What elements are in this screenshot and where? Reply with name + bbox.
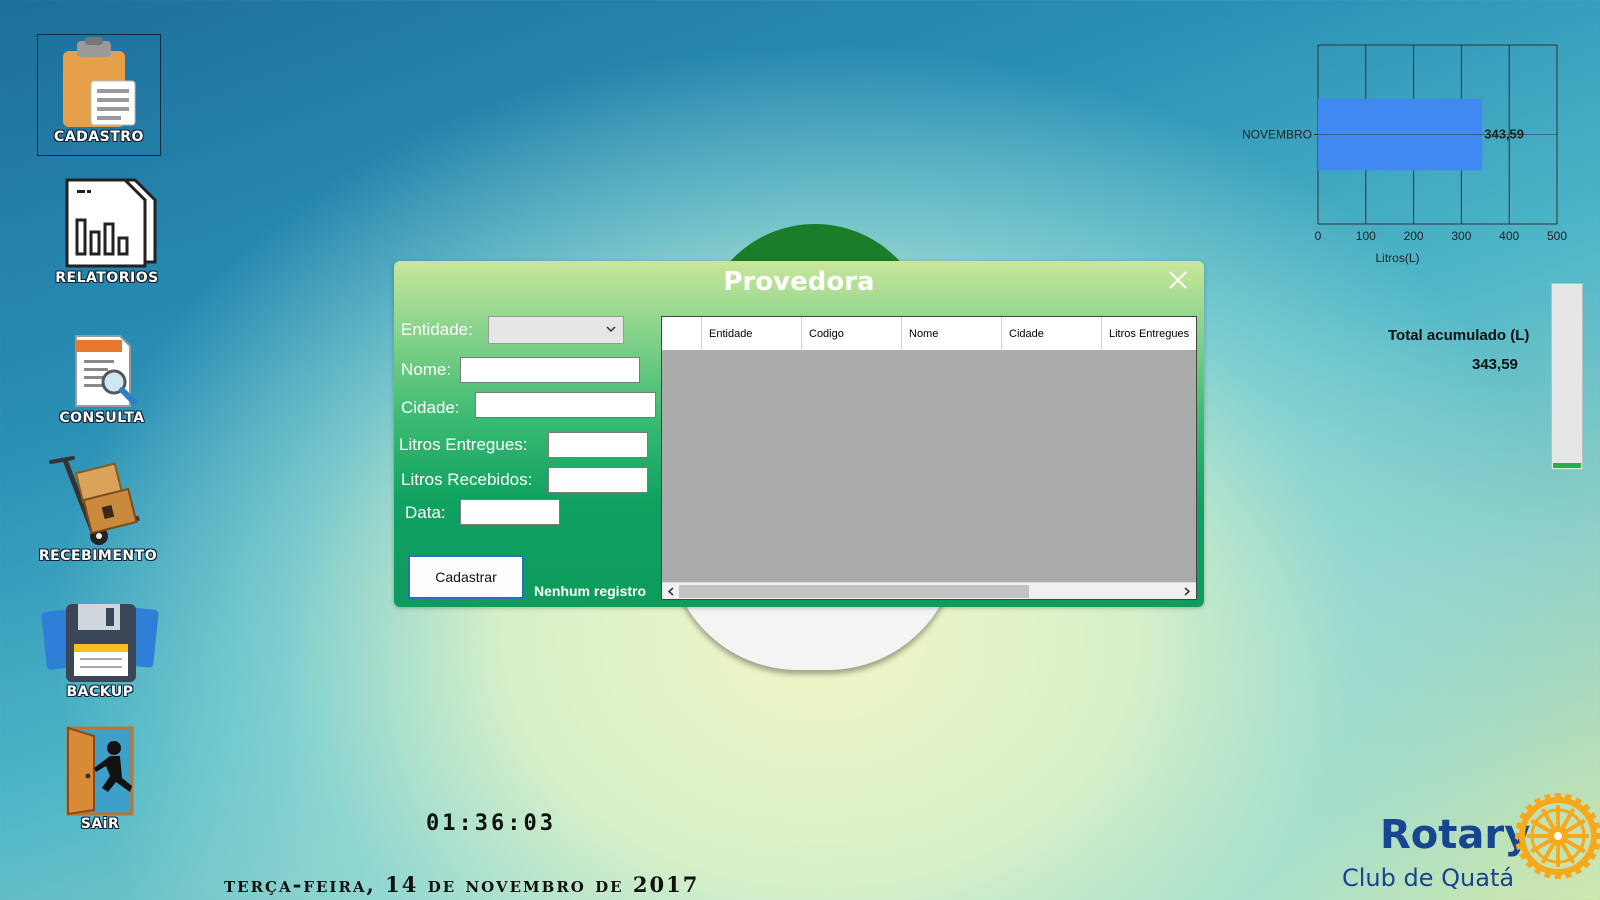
sidebar-item-label: CONSULTA <box>59 410 145 426</box>
column-cidade[interactable]: Cidade <box>1002 317 1102 351</box>
status-text: Nenhum registro <box>534 583 647 599</box>
total-progress-bar <box>1551 283 1583 470</box>
x-tick-label: 200 <box>1404 229 1424 243</box>
sidebar-item-label: RELATORIOS <box>55 270 159 286</box>
nome-field[interactable] <box>460 357 640 383</box>
x-tick-label: 300 <box>1451 229 1471 243</box>
club-name: Club de Quatá <box>1342 864 1515 892</box>
sidebar-item-label: RECEBIMENTO <box>38 548 158 564</box>
x-tick-label: 400 <box>1499 229 1519 243</box>
date-display: terça-feira, 14 de novembro de 2017 <box>224 872 700 897</box>
horizontal-scrollbar[interactable] <box>662 582 1196 599</box>
sidebar-item-recebimento[interactable]: RECEBIMENTO <box>36 452 160 564</box>
report-chart-icon <box>65 178 157 268</box>
monthly-liters-chart: 0 100 200 300 400 500 NOVEMBRO 343,59 Litros(L) <box>1242 44 1567 265</box>
total-acumulado-value: 343,59 <box>1472 356 1518 373</box>
sidebar-item-backup[interactable]: BACKUP <box>38 600 162 700</box>
chevron-down-icon <box>606 326 616 333</box>
cidade-label: Cidade: <box>401 398 460 417</box>
column-codigo[interactable]: Codigo <box>802 317 902 351</box>
exit-door-icon <box>66 726 134 816</box>
sidebar-item-relatorios[interactable]: RELATORIOS <box>45 176 169 286</box>
x-axis-label: Litros(L) <box>1375 251 1419 265</box>
grid-row-header <box>662 317 702 351</box>
scroll-thumb[interactable] <box>679 585 1029 598</box>
x-tick-label: 500 <box>1547 229 1567 243</box>
nome-label: Nome: <box>401 360 452 379</box>
category-label: NOVEMBRO <box>1242 128 1312 142</box>
clock: 01:36:03 <box>426 811 556 836</box>
entidade-select[interactable] <box>488 316 624 344</box>
column-entidade[interactable]: Entidade <box>702 317 802 351</box>
cadastrar-button[interactable]: Cadastrar <box>408 555 524 599</box>
x-tick-label: 100 <box>1356 229 1376 243</box>
sidebar-item-label: SAiR <box>80 816 120 832</box>
sidebar-item-cadastro[interactable]: CADASTRO <box>37 34 161 156</box>
column-nome[interactable]: Nome <box>902 317 1002 351</box>
records-grid[interactable]: Entidade Codigo Nome Cidade Litros Entre… <box>661 316 1197 600</box>
litros-entregues-label: Litros Entregues: <box>399 435 528 454</box>
cidade-field[interactable] <box>475 392 656 418</box>
rotary-logo-text: Rotary <box>1380 812 1531 858</box>
data-label: 343,59 <box>1484 127 1524 142</box>
litros-entregues-field[interactable] <box>548 432 648 458</box>
litros-recebidos-label: Litros Recebidos: <box>401 470 533 489</box>
sidebar-item-consulta[interactable]: CONSULTA <box>40 334 164 426</box>
total-progress-fill <box>1553 463 1581 468</box>
hand-truck-boxes-icon <box>49 456 140 545</box>
scroll-right-icon[interactable] <box>1180 585 1194 598</box>
litros-recebidos-field[interactable] <box>548 467 648 493</box>
scroll-left-icon[interactable] <box>664 585 678 598</box>
data-field[interactable] <box>460 499 560 525</box>
dialog-title: Provedora <box>723 267 875 297</box>
sidebar-item-label: BACKUP <box>66 684 134 700</box>
document-search-icon <box>75 335 137 407</box>
wheel-part <box>1554 832 1562 840</box>
data-label: Data: <box>405 503 446 522</box>
entidade-label: Entidade: <box>401 320 473 339</box>
sidebar-item-sair[interactable]: SAiR <box>38 726 162 832</box>
floppy-disk-icon <box>41 604 159 682</box>
total-acumulado-label: Total acumulado (L) <box>1388 327 1530 344</box>
close-icon[interactable] <box>1166 268 1190 292</box>
column-litros-entregues[interactable]: Litros Entregues <box>1102 317 1196 351</box>
rotary-wheel-icon <box>1515 793 1600 879</box>
sidebar-item-label: CADASTRO <box>54 129 144 145</box>
clipboard-icon <box>63 37 136 127</box>
provedora-dialog: Provedora Entidade: Nome: Cidade: Litros… <box>394 261 1204 607</box>
x-tick-label: 0 <box>1315 229 1322 243</box>
grid-header: Entidade Codigo Nome Cidade Litros Entre… <box>662 317 1196 351</box>
